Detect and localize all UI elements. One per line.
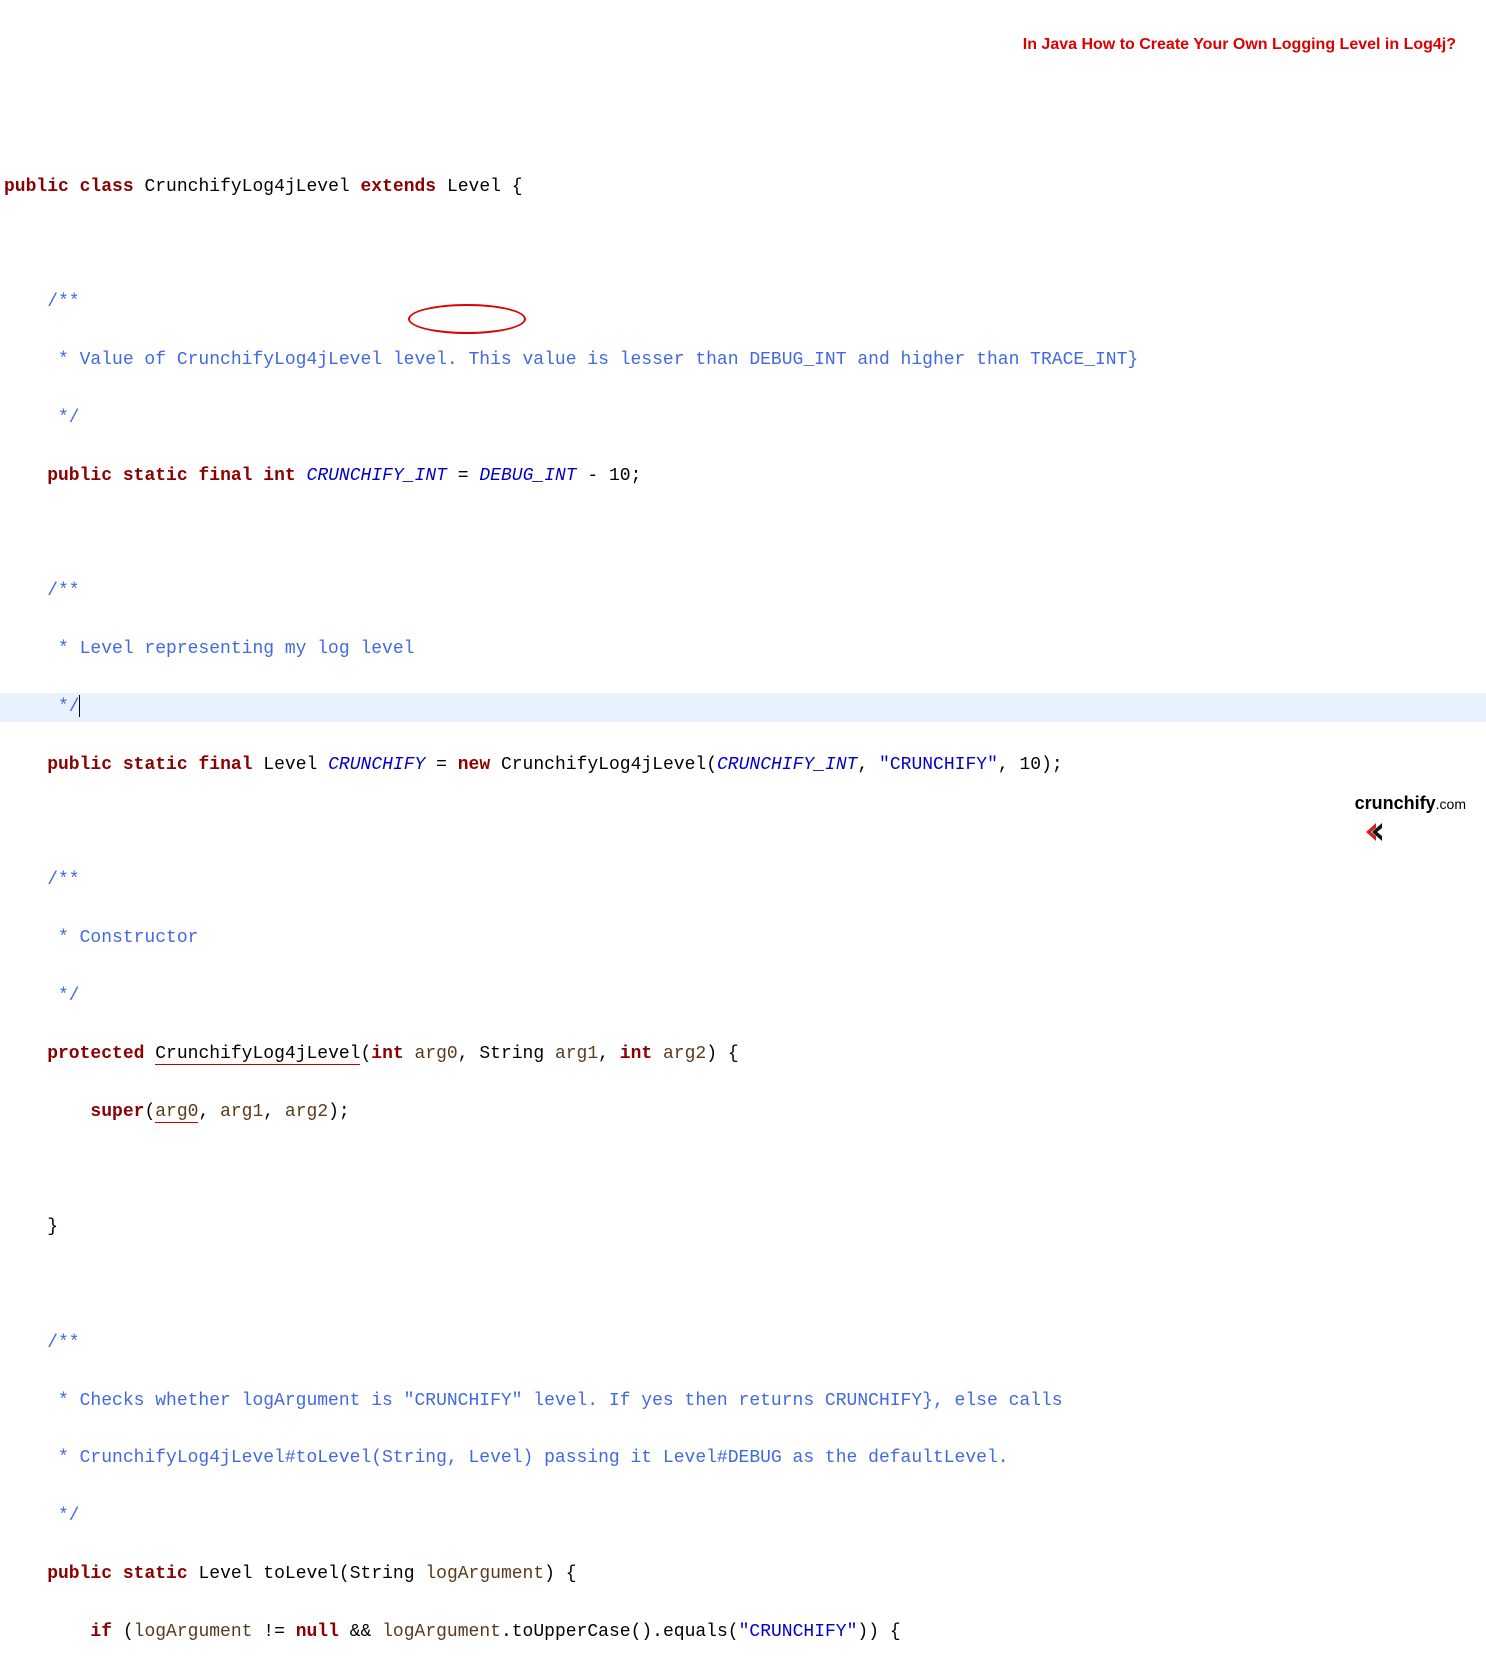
string-literal: "CRUNCHIFY" <box>739 1622 858 1642</box>
keyword-class: class <box>80 177 134 197</box>
super-class: Level <box>447 177 501 197</box>
param-arg1: arg1 <box>220 1102 263 1122</box>
param-logargument: logArgument <box>382 1622 501 1642</box>
code-line: */ <box>0 982 1486 1011</box>
type-level: Level <box>198 1564 252 1584</box>
javadoc: */ <box>4 1506 80 1526</box>
keyword-int: int <box>371 1044 403 1064</box>
javadoc: /** <box>4 292 80 312</box>
javadoc: /** <box>4 870 80 890</box>
keyword-final: final <box>198 466 252 486</box>
crunchify-logo-icon <box>1319 793 1349 815</box>
javadoc: /** <box>4 1333 80 1353</box>
const-crunchify: CRUNCHIFY <box>328 755 425 775</box>
const-crunchify-int: CRUNCHIFY_INT <box>307 466 447 486</box>
code-line: /** <box>0 577 1486 606</box>
brace: { <box>501 177 523 197</box>
param-arg0: arg0 <box>155 1102 198 1123</box>
code-line: if (logArgument != null && logArgument.t… <box>0 1618 1486 1647</box>
keyword-static: static <box>123 466 188 486</box>
code-line: public class CrunchifyLog4jLevel extends… <box>0 173 1486 202</box>
javadoc: * Constructor <box>4 928 198 948</box>
code-line-blank <box>0 1271 1486 1300</box>
code-line-blank <box>0 809 1486 838</box>
code-line: * Constructor <box>0 924 1486 953</box>
code-line: * Checks whether logArgument is "CRUNCHI… <box>0 1387 1486 1416</box>
keyword-protected: protected <box>4 1044 144 1064</box>
method-tolevel: toLevel <box>263 1564 339 1584</box>
code-line: */ <box>0 404 1486 433</box>
keyword-null: null <box>296 1622 339 1642</box>
code-line: /** <box>0 1329 1486 1358</box>
keyword-public: public <box>4 177 69 197</box>
keyword-int: int <box>263 466 295 486</box>
title-annotation: In Java How to Create Your Own Logging L… <box>1023 32 1456 58</box>
code-editor[interactable]: public class CrunchifyLog4jLevel extends… <box>0 115 1486 1656</box>
type-level: Level <box>263 755 317 775</box>
keyword-public: public <box>4 466 112 486</box>
keyword-extends: extends <box>361 177 437 197</box>
constructor-name: CrunchifyLog4jLevel <box>155 1044 360 1065</box>
keyword-super: super <box>4 1102 144 1122</box>
javadoc: * CrunchifyLog4jLevel#toLevel(String, Le… <box>4 1448 1009 1468</box>
javadoc: * Level representing my log level <box>4 639 414 659</box>
code-line: public static final Level CRUNCHIFY = ne… <box>0 751 1486 780</box>
const-debug-int: DEBUG_INT <box>479 466 576 486</box>
code-line: * CrunchifyLog4jLevel#toLevel(String, Le… <box>0 1444 1486 1473</box>
code-line-highlighted: */ <box>0 693 1486 722</box>
close-brace: } <box>4 1217 58 1237</box>
param-logargument: logArgument <box>425 1564 544 1584</box>
code-line: * Level representing my log level <box>0 635 1486 664</box>
class-name: CrunchifyLog4jLevel <box>144 177 349 197</box>
keyword-int: int <box>620 1044 652 1064</box>
keyword-public: public <box>4 1564 112 1584</box>
javadoc: /** <box>4 581 80 601</box>
code-line: public static final int CRUNCHIFY_INT = … <box>0 462 1486 491</box>
text-cursor <box>79 695 80 717</box>
code-line: /** <box>0 866 1486 895</box>
code-line: protected CrunchifyLog4jLevel(int arg0, … <box>0 1040 1486 1069</box>
keyword-static: static <box>123 1564 188 1584</box>
param-arg2: arg2 <box>285 1102 328 1122</box>
code-line-blank <box>0 1155 1486 1184</box>
code-line: } <box>0 1213 1486 1242</box>
keyword-if: if <box>4 1622 112 1642</box>
code-line-blank <box>0 520 1486 549</box>
code-line: super(arg0, arg1, arg2); <box>0 1098 1486 1127</box>
javadoc: */ <box>4 986 80 1006</box>
javadoc: */ <box>4 408 80 428</box>
crunchify-logo: crunchify.com <box>1319 789 1466 818</box>
code-line: public static Level toLevel(String logAr… <box>0 1560 1486 1589</box>
keyword-public: public <box>4 755 112 775</box>
param-arg1: arg1 <box>555 1044 598 1064</box>
arg-crunchify-int: CRUNCHIFY_INT <box>717 755 857 775</box>
code-line: */ <box>0 1502 1486 1531</box>
javadoc: */ <box>4 697 80 717</box>
crunchify-logo-text: crunchify.com <box>1355 789 1466 818</box>
string-literal: "CRUNCHIFY" <box>879 755 998 775</box>
javadoc: * Value of CrunchifyLog4jLevel level. Th… <box>4 350 1138 370</box>
param-arg0: arg0 <box>415 1044 458 1064</box>
javadoc: * Checks whether logArgument is "CRUNCHI… <box>4 1391 1063 1411</box>
code-line: * Value of CrunchifyLog4jLevel level. Th… <box>0 346 1486 375</box>
keyword-final: final <box>198 755 252 775</box>
param-logargument: logArgument <box>134 1622 253 1642</box>
keyword-static: static <box>123 755 188 775</box>
code-line-blank <box>0 231 1486 260</box>
code-line: /** <box>0 288 1486 317</box>
keyword-new: new <box>458 755 490 775</box>
param-arg2: arg2 <box>663 1044 706 1064</box>
